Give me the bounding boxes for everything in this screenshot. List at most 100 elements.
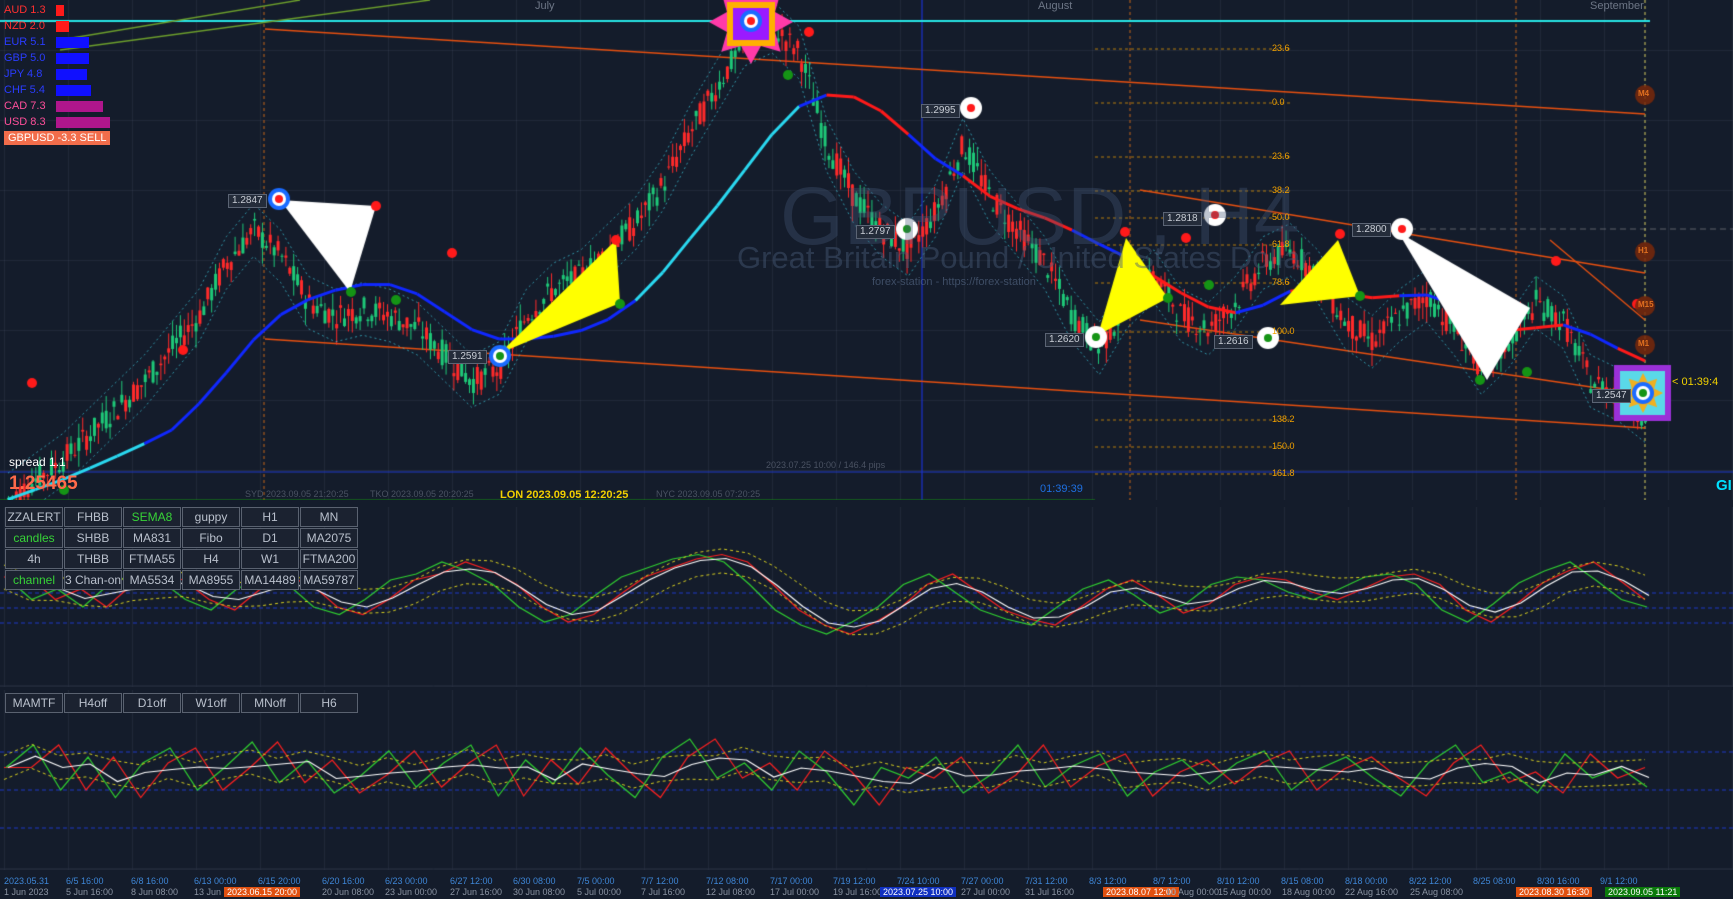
time-axis-label: 1 Jun 2023 (4, 887, 49, 897)
time-axis-label: 30 Jun 08:00 (513, 887, 566, 897)
strength-bar (56, 4, 65, 16)
time-axis-label: 2023.06.15 20:00 (224, 887, 301, 897)
time-axis-label: 27 Jun 16:00 (450, 887, 503, 897)
time-row-label: 6/5 16:00 (66, 876, 104, 886)
oscillator-panel-2 (0, 690, 1733, 870)
strength-label: NZD 2.0 (4, 20, 45, 32)
mtf-toggle-button[interactable]: W1off (182, 693, 240, 713)
timeframe-marker: M1 (1638, 339, 1650, 348)
timeframe-marker: M4 (1638, 89, 1650, 98)
time-row-label: 6/30 08:00 (513, 876, 556, 886)
session-timer: 01:39:39 (1040, 483, 1083, 495)
strength-bar (56, 20, 69, 32)
indicator-toggle-button[interactable]: H1 (241, 507, 299, 527)
swing-price-tag: 1.2797 (856, 225, 895, 239)
spread-label: spread 1.1 (9, 455, 66, 469)
indicator-toggle-button[interactable]: candles (5, 528, 63, 548)
strength-label: JPY 4.8 (4, 68, 43, 80)
indicator-toggle-button[interactable]: FTMA200 (300, 549, 358, 569)
time-axis-label: 13 Jun (194, 887, 222, 897)
mtf-toggle-button[interactable]: H6 (300, 693, 358, 713)
indicator-toggle-button[interactable]: ZZALERT (5, 507, 63, 527)
time-row-label: 8/7 12:00 (1153, 876, 1191, 886)
fibo-level-label: 161.8 (1272, 468, 1295, 478)
time-axis-label: 25 Aug 08:00 (1410, 887, 1464, 897)
time-axis-label: 31 Jul 16:00 (1025, 887, 1075, 897)
mtf-button-panel: MAMTF H4off D1off W1off MNoff H6 (5, 693, 358, 713)
time-axis-label: 2023.09.05 11:21 (1605, 887, 1681, 897)
indicator-toggle-button[interactable]: W1 (241, 549, 299, 569)
time-axis-label: 7 Jul 16:00 (641, 887, 686, 897)
indicator-toggle-button[interactable]: D1 (241, 528, 299, 548)
time-axis-label: 2023.08.30 16:30 (1516, 887, 1593, 897)
indicator-toggle-button[interactable]: channel (5, 570, 63, 590)
month-label: July (535, 0, 555, 12)
indicator-toggle-button[interactable]: SHBB (64, 528, 122, 548)
time-row-label: 8/10 12:00 (1217, 876, 1260, 886)
time-row-label: 8/22 12:00 (1409, 876, 1452, 886)
mtf-toggle-button[interactable]: MNoff (241, 693, 299, 713)
mtf-toggle-button[interactable]: MAMTF (5, 693, 63, 713)
time-axis-label: 15 Aug 00:00 (1218, 887, 1272, 897)
strength-row: GBP 5.0 (4, 51, 89, 65)
time-row-label: 7/24 10:00 (897, 876, 940, 886)
indicator-toggle-button[interactable]: MA2075 (300, 528, 358, 548)
fibo-level-label: 23.6 (1272, 43, 1290, 53)
strength-label: USD 8.3 (4, 116, 46, 128)
session-tokyo: TKO 2023.09.05 20:20:25 (370, 489, 474, 499)
indicator-toggle-button[interactable]: MA5534 (123, 570, 181, 590)
fibo-level-label: 61.8 (1272, 239, 1290, 249)
time-axis-label: 5 Jul 00:00 (577, 887, 622, 897)
range-annotation: 2023.07.25 10:00 / 146.4 pips (766, 460, 886, 470)
indicator-toggle-button[interactable]: MN (300, 507, 358, 527)
indicator-toggle-button[interactable]: MA8955 (182, 570, 240, 590)
indicator-button-panel: ZZALERT FHBB SEMA8 guppy H1 MN candles SHBB MA83… (5, 507, 358, 590)
time-axis-label: 10 Aug 00:00 (1166, 887, 1220, 897)
fibo-level-label: 78.6 (1272, 277, 1290, 287)
indicator-toggle-button[interactable]: 4h (5, 549, 63, 569)
indicator-toggle-button[interactable]: guppy (182, 507, 240, 527)
strength-label: EUR 5.1 (4, 36, 46, 48)
time-row-label: 8/25 08:00 (1473, 876, 1516, 886)
strength-label: AUD 1.3 (4, 4, 46, 16)
strength-label: CHF 5.4 (4, 84, 45, 96)
indicator-toggle-button[interactable]: SEMA8 (123, 507, 181, 527)
time-row-label: 8/3 12:00 (1089, 876, 1127, 886)
time-row-label: 7/19 12:00 (833, 876, 876, 886)
strength-row: USD 8.3 (4, 115, 110, 129)
time-axis-label: 18 Aug 00:00 (1282, 887, 1336, 897)
time-row-label: 6/27 12:00 (450, 876, 493, 886)
fibo-level-label: 150.0 (1272, 441, 1295, 451)
mtf-toggle-button[interactable]: D1off (123, 693, 181, 713)
time-row-label: 2023.05.31 (4, 876, 50, 886)
indicator-toggle-button[interactable]: MA14489 (241, 570, 299, 590)
session-london: LON 2023.09.05 12:20:25 (500, 489, 629, 501)
strength-bar (56, 116, 110, 128)
swing-price-tag: 1.2800 (1352, 223, 1391, 237)
time-row-label: 6/13 00:00 (194, 876, 237, 886)
mtf-toggle-button[interactable]: H4off (64, 693, 122, 713)
swing-price-tag: 1.2818 (1163, 212, 1202, 226)
current-price: 1.25465 (9, 473, 78, 494)
time-row-label: 6/15 20:00 (258, 876, 301, 886)
indicator-toggle-button[interactable]: THBB (64, 549, 122, 569)
indicator-toggle-button[interactable]: MA831 (123, 528, 181, 548)
time-row-label: 7/17 00:00 (770, 876, 813, 886)
source-watermark: forex-station - https://forex-station (872, 276, 1036, 288)
timeframe-marker: H1 (1638, 246, 1649, 255)
time-row-label: 6/23 00:00 (385, 876, 428, 886)
strength-row: EUR 5.1 (4, 35, 90, 49)
time-axis-label: 8 Jun 08:00 (131, 887, 179, 897)
indicator-toggle-button[interactable]: FHBB (64, 507, 122, 527)
swing-price-tag: 1.2591 (448, 350, 487, 364)
indicator-toggle-button[interactable]: H4 (182, 549, 240, 569)
swing-price-tag: 1.2616 (1214, 335, 1253, 349)
strength-row: CHF 5.4 (4, 83, 92, 97)
indicator-toggle-button[interactable]: 3 Chan-on (64, 570, 122, 590)
signal-badge: GBPUSD -3.3 SELL (4, 131, 111, 145)
indicator-toggle-button[interactable]: MA59787 (300, 570, 358, 590)
strength-label: CAD 7.3 (4, 100, 46, 112)
indicator-toggle-button[interactable]: Fibo (182, 528, 240, 548)
time-axis: 1 Jun 2023 5 Jun 16:00 8 Jun 08:00 13 Jun 20… (0, 887, 1733, 899)
indicator-toggle-button[interactable]: FTMA55 (123, 549, 181, 569)
